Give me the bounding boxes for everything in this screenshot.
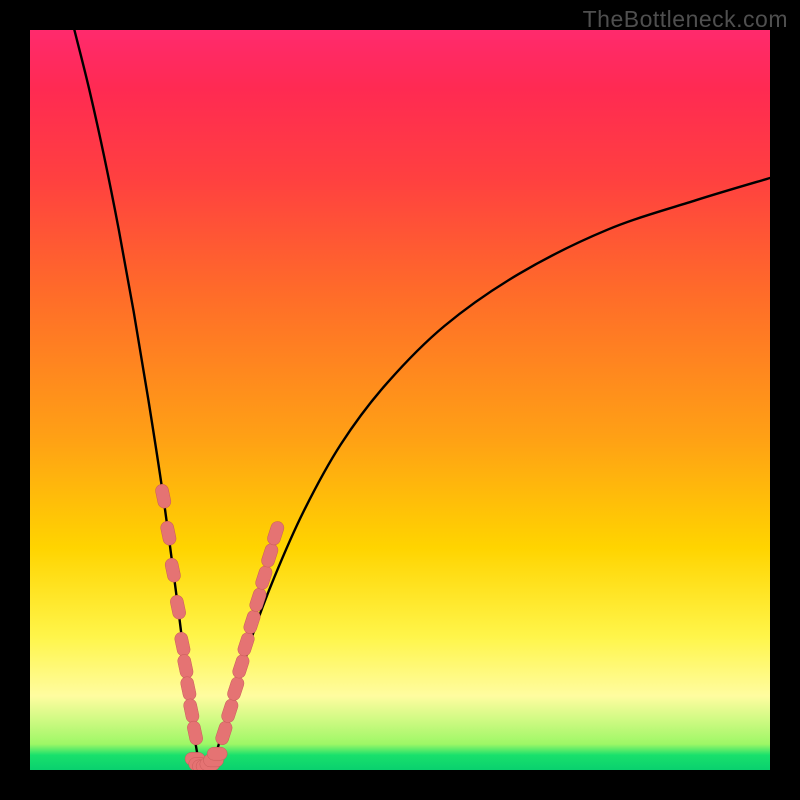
curve-marker (236, 631, 256, 658)
chart-frame: TheBottleneck.com (0, 0, 800, 800)
curve-marker (154, 483, 172, 509)
plot-area (30, 30, 770, 770)
curve-marker (226, 675, 246, 702)
curve-marker (169, 594, 187, 620)
curve-marker (177, 653, 195, 679)
curve-marker (207, 747, 227, 760)
curve-marker (220, 697, 240, 724)
curve-marker (164, 557, 182, 583)
curve-markers (154, 483, 285, 770)
curve-marker (260, 542, 280, 569)
curve-marker (180, 676, 198, 702)
curve-marker (174, 631, 192, 657)
curve-layer (30, 30, 770, 770)
curve-marker (160, 520, 178, 546)
curve-marker (186, 720, 204, 746)
curve-marker (182, 698, 200, 724)
curve-marker (231, 653, 251, 680)
watermark-text: TheBottleneck.com (583, 6, 788, 33)
curve-marker (266, 520, 286, 547)
curve-marker (248, 586, 268, 613)
curve-marker (214, 720, 234, 747)
curve-marker (242, 609, 262, 636)
